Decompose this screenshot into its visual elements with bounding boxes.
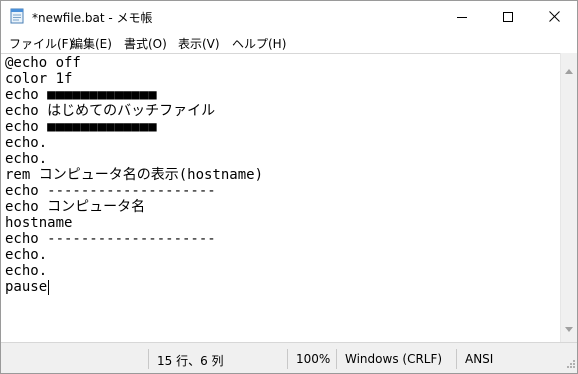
status-divider [287, 349, 288, 369]
menu-edit[interactable]: 編集(E) [71, 35, 112, 52]
maximize-button[interactable] [485, 1, 531, 32]
editor-line: echo ■■■■■■■■■■■■■ [5, 87, 157, 103]
editor-line: pause [5, 279, 48, 295]
vertical-scrollbar[interactable] [560, 53, 577, 342]
editor-line: echo. [5, 263, 48, 279]
editor-line: echo ■■■■■■■■■■■■■ [5, 119, 157, 135]
text-caret [48, 280, 49, 295]
editor-line: color 1f [5, 71, 73, 87]
status-bar: 15 行、6 列 100% Windows (CRLF) ANSI [1, 342, 577, 373]
menu-help[interactable]: ヘルプ(H) [232, 35, 286, 52]
status-divider [456, 349, 457, 369]
minimize-button[interactable] [439, 1, 485, 32]
menu-view[interactable]: 表示(V) [178, 35, 220, 52]
text-editor[interactable]: @echo off color 1f echo ■■■■■■■■■■■■■ ec… [1, 53, 560, 342]
scroll-up-arrow-icon[interactable] [565, 59, 573, 78]
editor-line: @echo off [5, 55, 81, 71]
status-divider [336, 349, 337, 369]
menu-bar: ファイル(F) 編集(E) 書式(O) 表示(V) ヘルプ(H) [1, 32, 577, 52]
menu-format[interactable]: 書式(O) [124, 35, 167, 52]
close-icon [548, 7, 560, 26]
window-title: *newfile.bat - メモ帳 [32, 11, 153, 25]
editor-line: echo -------------------- [5, 183, 216, 199]
maximize-icon [503, 7, 513, 26]
status-divider [148, 349, 149, 369]
editor-line: hostname [5, 215, 73, 231]
scroll-down-arrow-icon[interactable] [565, 317, 573, 336]
cursor-position: 15 行、6 列 [157, 354, 224, 368]
editor-line: echo -------------------- [5, 231, 216, 247]
menu-file[interactable]: ファイル(F) [9, 35, 73, 52]
resize-grip-icon[interactable] [565, 357, 575, 371]
editor-line: echo. [5, 247, 48, 263]
title-bar[interactable]: *newfile.bat - メモ帳 [1, 1, 577, 32]
editor-line: echo. [5, 135, 48, 151]
notepad-window: *newfile.bat - メモ帳 ファイル(F) 編集(E) 書式(O) 表… [0, 0, 578, 374]
minimize-icon [457, 7, 467, 26]
close-button[interactable] [531, 1, 577, 32]
editor-line: echo. [5, 151, 48, 167]
editor-line: echo コンピュータ名 [5, 199, 146, 215]
zoom-level: 100% [296, 352, 331, 366]
encoding: ANSI [465, 352, 494, 366]
line-ending: Windows (CRLF) [345, 352, 443, 366]
editor-line: echo はじめてのバッチファイル [5, 103, 216, 119]
editor-line: rem コンピュータ名の表示(hostname) [5, 167, 264, 183]
notepad-icon[interactable] [10, 8, 24, 24]
